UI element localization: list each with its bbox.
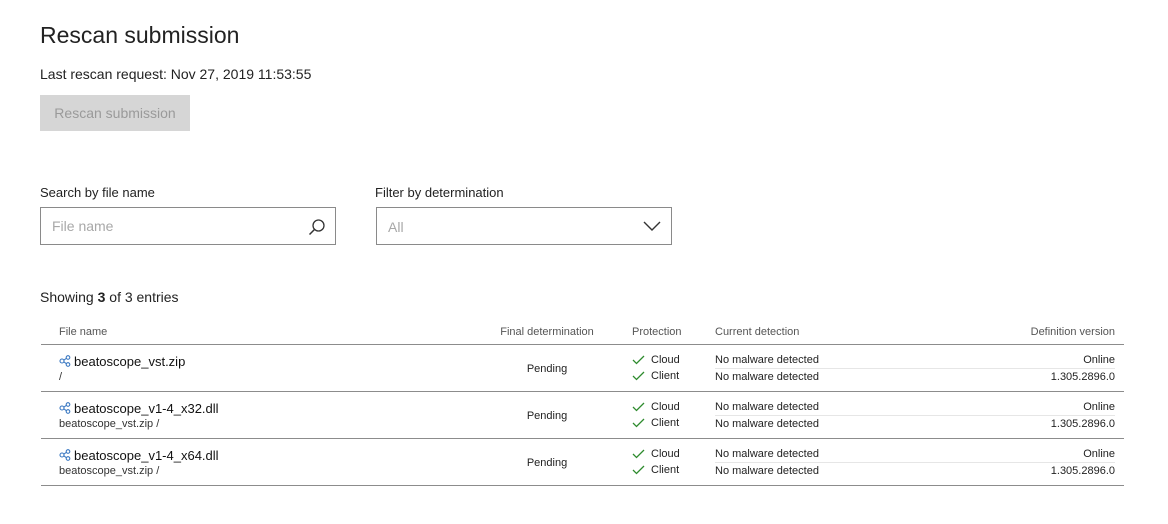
- final-determination-status: Pending: [526, 457, 568, 469]
- definition-cloud: Online: [915, 399, 1115, 416]
- detection-cloud: No malware detected: [715, 399, 915, 416]
- protection-label: Client: [651, 464, 680, 476]
- protection-label: Cloud: [651, 354, 680, 366]
- final-determination-status: Pending: [526, 410, 568, 422]
- definition-version-cell: Online 1.305.2896.0: [915, 344, 1124, 392]
- column-header-current-detection[interactable]: Current detection: [715, 320, 915, 345]
- page-title: Rescan submission: [40, 22, 240, 48]
- current-detection-cell: No malware detected No malware detected: [715, 438, 915, 486]
- file-name[interactable]: beatoscope_v1-4_x32.dll: [74, 401, 219, 416]
- check-icon: [632, 371, 645, 381]
- column-header-final-determination[interactable]: Final determination: [462, 320, 632, 345]
- final-determination-cell: Pending: [462, 391, 632, 439]
- table-header-row: File name Final determination Protection…: [41, 320, 1124, 345]
- definition-version-cell: Online 1.305.2896.0: [915, 391, 1124, 439]
- check-icon: [632, 465, 645, 475]
- chevron-down-icon: [643, 221, 661, 231]
- protection-label: Cloud: [651, 401, 680, 413]
- column-header-file-name[interactable]: File name: [41, 320, 462, 345]
- file-path: beatoscope_vst.zip /: [59, 417, 160, 430]
- entries-prefix: Showing: [40, 289, 94, 305]
- current-detection-cell: No malware detected No malware detected: [715, 391, 915, 439]
- definition-client: 1.305.2896.0: [1050, 370, 1115, 383]
- rescan-submission-button[interactable]: Rescan submission: [40, 95, 190, 131]
- file-path: /: [59, 370, 63, 383]
- protection-client: Client: [632, 415, 715, 431]
- file-relation-icon: [59, 402, 71, 414]
- last-rescan-timestamp: Last rescan request: Nov 27, 2019 11:53:…: [40, 66, 312, 82]
- protection-client: Client: [632, 368, 715, 384]
- definition-client: 1.305.2896.0: [1050, 464, 1115, 477]
- column-header-protection[interactable]: Protection: [632, 320, 715, 345]
- file-relation-icon: [59, 449, 71, 461]
- check-icon: [632, 402, 645, 412]
- detection-cloud: No malware detected: [715, 446, 915, 463]
- definition-cloud: Online: [915, 446, 1115, 463]
- file-path: beatoscope_vst.zip /: [59, 464, 160, 477]
- detection-client: No malware detected: [715, 464, 819, 477]
- file-cell: beatoscope_v1-4_x64.dll beatoscope_vst.z…: [41, 438, 462, 486]
- protection-cloud: Cloud: [632, 446, 715, 462]
- entries-count: Showing 3 of 3 entries: [40, 289, 179, 305]
- search-icon[interactable]: [308, 218, 326, 236]
- protection-cloud: Cloud: [632, 352, 715, 368]
- detection-client: No malware detected: [715, 370, 819, 383]
- final-determination-cell: Pending: [462, 438, 632, 486]
- check-icon: [632, 418, 645, 428]
- current-detection-cell: No malware detected No malware detected: [715, 344, 915, 392]
- table-row[interactable]: beatoscope_v1-4_x32.dll beatoscope_vst.z…: [41, 391, 1124, 439]
- results-table: File name Final determination Protection…: [41, 320, 1124, 486]
- table-row[interactable]: beatoscope_vst.zip / Pending Cloud Clien…: [41, 344, 1124, 392]
- entries-suffix: of 3 entries: [109, 289, 179, 305]
- filter-selected-value: All: [388, 219, 404, 235]
- protection-label: Cloud: [651, 448, 680, 460]
- detection-cloud: No malware detected: [715, 352, 915, 369]
- final-determination-status: Pending: [526, 363, 568, 375]
- column-header-definition-version[interactable]: Definition version: [915, 320, 1124, 345]
- file-name[interactable]: beatoscope_vst.zip: [74, 354, 185, 369]
- entries-shown: 3: [97, 289, 106, 305]
- file-relation-icon: [59, 355, 71, 367]
- protection-label: Client: [651, 417, 680, 429]
- protection-cell: Cloud Client: [632, 344, 715, 392]
- search-label: Search by file name: [40, 185, 155, 200]
- search-box: [40, 207, 336, 245]
- filter-label: Filter by determination: [375, 185, 504, 200]
- definition-cloud: Online: [915, 352, 1115, 369]
- definition-version-cell: Online 1.305.2896.0: [915, 438, 1124, 486]
- table-row[interactable]: beatoscope_v1-4_x64.dll beatoscope_vst.z…: [41, 438, 1124, 486]
- file-cell: beatoscope_vst.zip /: [41, 344, 462, 392]
- protection-client: Client: [632, 462, 715, 478]
- definition-client: 1.305.2896.0: [1050, 417, 1115, 430]
- final-determination-cell: Pending: [462, 344, 632, 392]
- search-input[interactable]: [41, 208, 302, 244]
- protection-cloud: Cloud: [632, 399, 715, 415]
- file-name[interactable]: beatoscope_v1-4_x64.dll: [74, 448, 219, 463]
- check-icon: [632, 449, 645, 459]
- protection-label: Client: [651, 370, 680, 382]
- check-icon: [632, 355, 645, 365]
- protection-cell: Cloud Client: [632, 391, 715, 439]
- file-cell: beatoscope_v1-4_x32.dll beatoscope_vst.z…: [41, 391, 462, 439]
- protection-cell: Cloud Client: [632, 438, 715, 486]
- determination-filter-dropdown[interactable]: All: [376, 207, 672, 245]
- detection-client: No malware detected: [715, 417, 819, 430]
